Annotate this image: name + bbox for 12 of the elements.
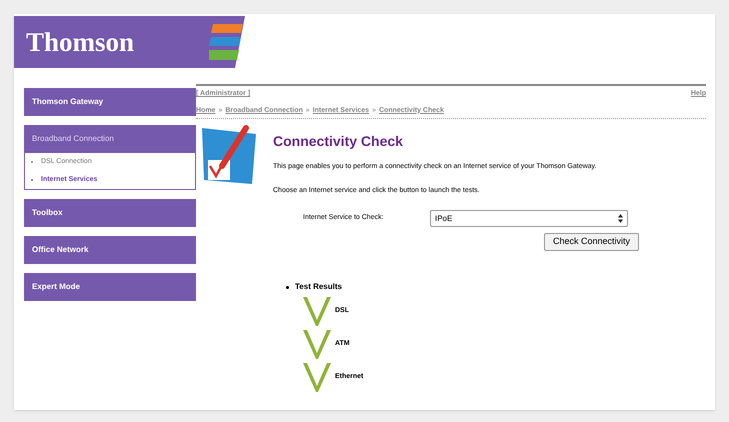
logo-text: Thomson bbox=[26, 26, 134, 59]
service-select[interactable]: IPoE bbox=[430, 210, 628, 227]
bullet-icon bbox=[286, 286, 289, 288]
sidebar-item[interactable]: Broadband Connection bbox=[24, 125, 196, 153]
check-connectivity-button[interactable]: Check Connectivity bbox=[544, 233, 640, 251]
sidebar-item[interactable]: Office Network bbox=[24, 236, 196, 264]
page-title: Connectivity Check bbox=[273, 132, 404, 151]
updown-icon bbox=[618, 214, 623, 223]
results-heading: Test Results bbox=[295, 281, 342, 293]
sidebar-item[interactable]: Toolbox bbox=[24, 199, 196, 227]
sidebar-item[interactable]: Thomson Gateway bbox=[24, 88, 196, 116]
sidebar-item[interactable]: Expert Mode bbox=[24, 273, 196, 301]
